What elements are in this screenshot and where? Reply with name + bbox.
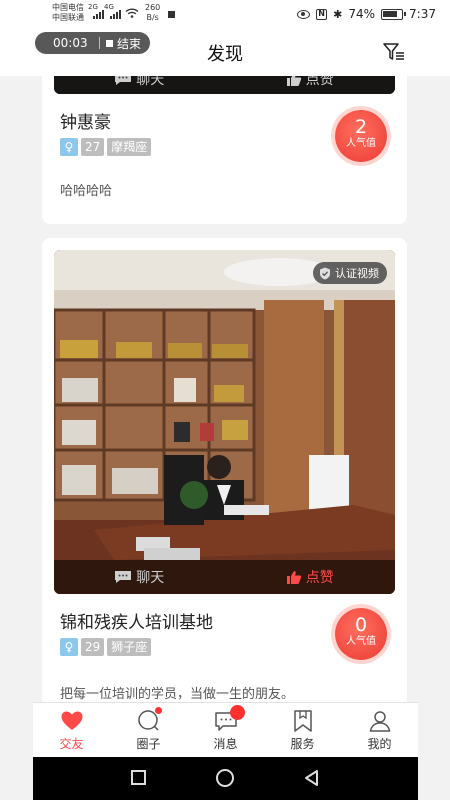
nav-item-me[interactable]: 我的 [341, 703, 418, 757]
system-nav-bar [33, 757, 418, 800]
chat-label: 聊天 [136, 76, 165, 88]
status-right: N ✱ 74% 7:37 [297, 7, 436, 21]
eye-icon [297, 9, 311, 19]
verified-label: 认证视频 [335, 267, 379, 280]
age-tag: 27 [81, 138, 105, 156]
user-card[interactable]: 聊天 点赞 钟惠豪 ♀ 27 摩羯座 哈哈哈哈 2 人气值 [42, 76, 407, 224]
zodiac-tag: 摩羯座 [107, 138, 152, 156]
chat-label: 聊天 [136, 570, 165, 586]
photo-action-bar: 聊天 点赞 [54, 76, 395, 94]
heart-icon [61, 711, 82, 730]
back-button[interactable] [303, 769, 321, 787]
notification-icon [168, 11, 175, 18]
zodiac-tag: 狮子座 [107, 638, 152, 656]
signal-icon-2 [110, 10, 121, 19]
net-speed-value: 260 [145, 3, 161, 12]
user-photo[interactable]: 认证视频 聊天 点赞 [54, 250, 395, 594]
nav-item-services[interactable]: 服务 [264, 703, 341, 757]
carrier-2: 中国联通 [52, 13, 84, 22]
clock: 7:37 [409, 7, 436, 21]
popularity-label: 人气值 [346, 636, 376, 647]
app-header: 00:03 结束 发现 [0, 30, 450, 76]
user-name[interactable]: 钟惠豪 [60, 108, 111, 133]
female-icon: ♀ [60, 638, 78, 656]
net-speed: 260 B/s [145, 3, 160, 23]
bottom-nav: 交友 圈子 消息 服务 我的 [33, 702, 418, 757]
popularity-badge: 0 人气值 [335, 608, 387, 660]
bookmark-icon [293, 710, 312, 732]
office-photo [54, 250, 395, 594]
popularity-value: 2 [354, 116, 368, 138]
nav-label: 圈子 [136, 737, 161, 751]
nav-item-friends[interactable]: 交友 [33, 703, 110, 757]
nav-label: 交友 [59, 737, 84, 751]
verified-video-badge[interactable]: 认证视频 [313, 262, 387, 284]
like-label: 点赞 [305, 570, 334, 586]
nav-label: 服务 [290, 737, 315, 751]
user-photo[interactable]: 聊天 点赞 [54, 76, 395, 94]
chat-button[interactable]: 聊天 [54, 560, 225, 594]
carrier-labels: 中国电信 中国联通 [52, 3, 84, 23]
user-name[interactable]: 锦和残疾人培训基地 [60, 608, 213, 633]
status-bar: 中国电信 中国联通 2G 4G 260 B/s N ✱ 74% 7:37 [0, 0, 450, 30]
chat-button[interactable]: 聊天 [54, 76, 225, 94]
shield-icon [320, 267, 330, 279]
discovery-feed[interactable]: 聊天 点赞 钟惠豪 ♀ 27 摩羯座 哈哈哈哈 2 人气值 认证视频 聊天 点赞… [0, 76, 450, 702]
popularity-value: 0 [354, 614, 368, 636]
user-bio: 哈哈哈哈 [60, 184, 113, 199]
bluetooth-icon: ✱ [333, 7, 343, 21]
popularity-label: 人气值 [346, 138, 376, 149]
thumbs-up-icon [286, 76, 301, 86]
nav-item-messages[interactable]: 消息 [187, 703, 264, 757]
user-tags: ♀ 27 摩羯座 [60, 138, 152, 156]
female-icon: ♀ [60, 138, 78, 156]
nav-label: 我的 [367, 737, 392, 751]
home-button[interactable] [216, 769, 234, 787]
battery-percent: 74% [348, 7, 376, 21]
wifi-icon [125, 8, 139, 18]
like-label: 点赞 [305, 76, 334, 88]
photo-action-bar: 聊天 点赞 [54, 560, 395, 594]
user-card[interactable]: 认证视频 聊天 点赞 锦和残疾人培训基地 ♀ 29 狮子座 把每一位培训的学员，… [42, 238, 407, 702]
net-speed-unit: B/s [146, 13, 159, 22]
battery-icon [381, 8, 407, 20]
user-tags: ♀ 29 狮子座 [60, 638, 152, 656]
carrier-1: 中国电信 [52, 3, 84, 12]
user-icon [369, 711, 390, 732]
chat-icon [115, 571, 132, 583]
chat-icon [115, 76, 132, 85]
popularity-badge: 2 人气值 [335, 110, 387, 162]
signal-icon [93, 10, 104, 19]
like-button[interactable]: 点赞 [225, 560, 396, 594]
user-bio: 把每一位培训的学员，当做一生的朋友。 [60, 687, 295, 702]
notification-dot [155, 707, 162, 714]
filter-icon[interactable] [383, 42, 405, 62]
like-button[interactable]: 点赞 [225, 76, 396, 94]
nav-label: 消息 [213, 737, 238, 751]
nav-item-circle[interactable]: 圈子 [110, 703, 187, 757]
recent-apps-button[interactable] [131, 770, 146, 785]
thumbs-up-icon [286, 570, 301, 584]
age-tag: 29 [81, 638, 105, 656]
notification-dot [230, 705, 245, 720]
nfc-icon: N [316, 8, 328, 20]
